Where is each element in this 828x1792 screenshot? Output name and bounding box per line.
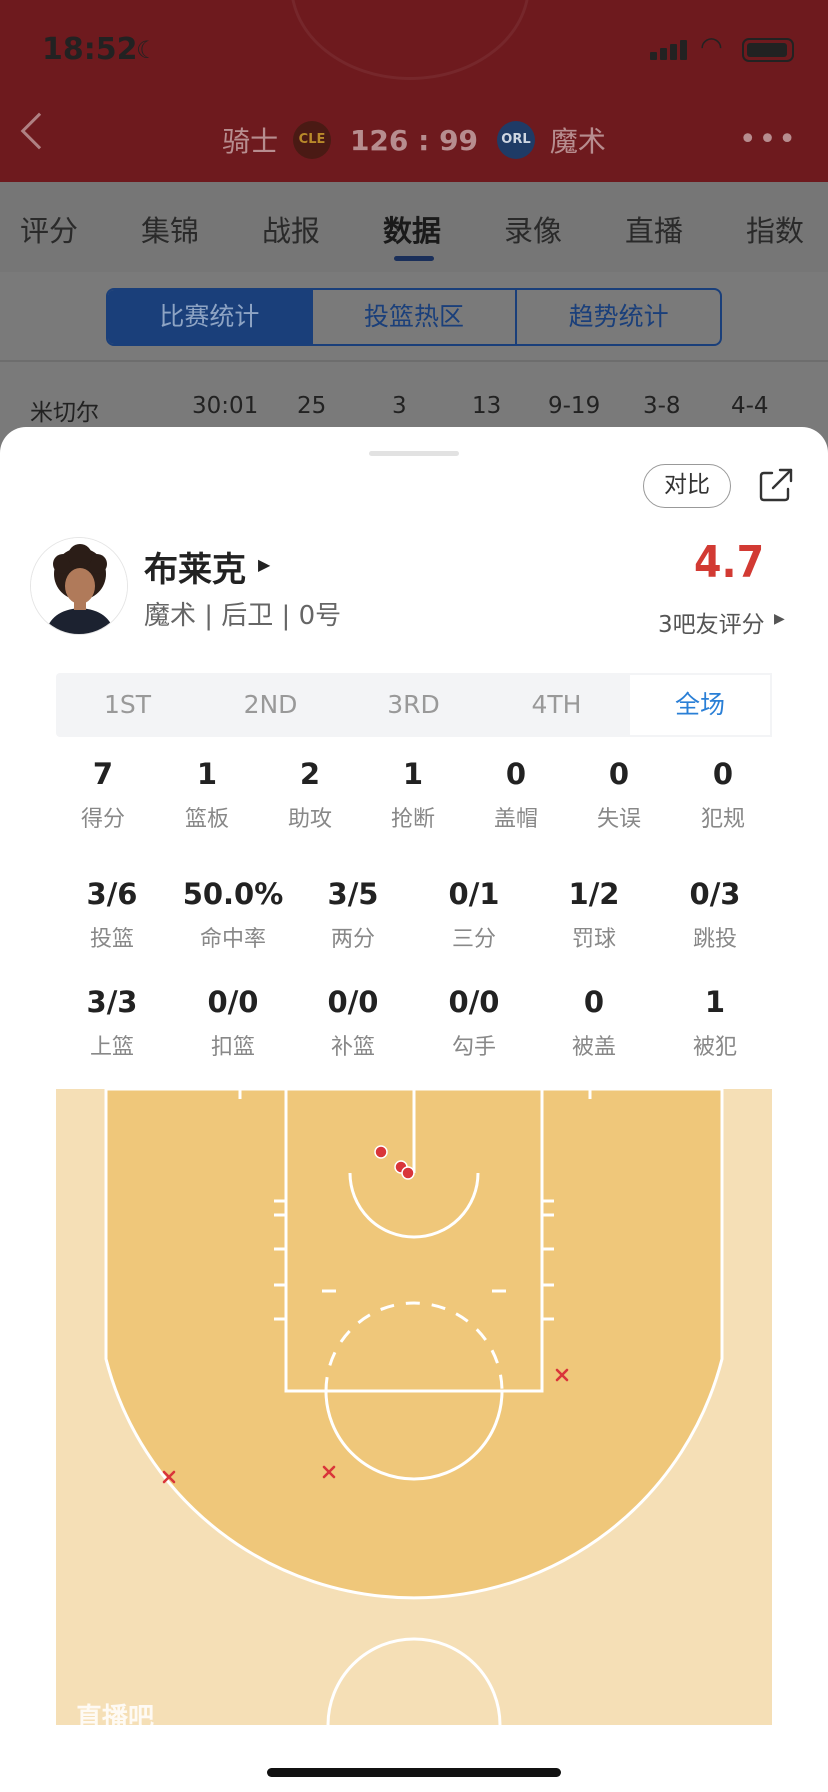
segment-shot-zones[interactable]: 投篮热区 (313, 290, 518, 344)
signal-icon (650, 38, 690, 60)
home-team-logo: CLE (293, 121, 332, 159)
row-cell: 3-8 (643, 393, 681, 419)
stat-hooks: 0/0 勾手 (448, 985, 500, 1060)
tab-data[interactable]: 数据 (383, 208, 441, 250)
match-score: 126 : 99 (349, 123, 479, 157)
stat-fouls: 0 犯规 (700, 757, 745, 832)
score-line: 骑士 CLE 126 : 99 ORL 魔术 (0, 120, 828, 160)
half-court (56, 1089, 772, 1725)
battery-icon (742, 38, 794, 62)
wifi-icon: ◠ (700, 32, 723, 62)
away-team-logo: ORL (496, 121, 535, 159)
period-tab-1st[interactable]: 1ST (56, 673, 199, 737)
made-shot-marker (374, 1145, 388, 1159)
stat-free-throws: 1/2 罚球 (568, 877, 620, 952)
away-team-name: 魔术 (549, 125, 606, 158)
tab-report[interactable]: 战报 (262, 208, 320, 250)
row-cell: 25 (297, 393, 327, 419)
tab-underline (394, 256, 434, 261)
stat-assists: 2 助攻 (287, 757, 332, 832)
watermark-text: 直播吧 (76, 1703, 155, 1725)
rating-count-link[interactable]: 3吧友评分 (658, 605, 765, 639)
nav-tabs: 评分 集锦 战报 数据 录像 直播 指数 (0, 182, 828, 272)
segment-trend-stats[interactable]: 趋势统计 (517, 290, 720, 344)
stat-two-pt: 3/5 两分 (327, 877, 379, 952)
background-stat-row[interactable]: 米切尔 30:01 25 3 13 9-19 3-8 4-4 (0, 385, 828, 429)
stat-rebounds: 1 篮板 (184, 757, 229, 832)
period-tab-full-game[interactable]: 全场 (628, 673, 772, 737)
player-meta: 魔术 | 后卫 | 0号 (144, 601, 342, 631)
share-icon[interactable] (758, 467, 794, 503)
shot-chart: 直播吧 (56, 1089, 772, 1725)
stat-steals: 1 抢断 (390, 757, 435, 832)
moon-icon: ☾ (136, 36, 158, 64)
home-indicator[interactable] (267, 1768, 561, 1777)
stat-turnovers: 0 失误 (596, 757, 641, 832)
player-avatar[interactable] (30, 537, 128, 635)
stat-dunks: 0/0 扣篮 (207, 985, 259, 1060)
row-cell: 3 (392, 393, 407, 419)
stat-tip-ins: 0/0 补篮 (327, 985, 379, 1060)
tab-rating[interactable]: 评分 (20, 208, 78, 250)
period-tab-4th[interactable]: 4TH (485, 673, 628, 737)
play-arrow-icon[interactable]: ▶ (258, 555, 270, 574)
period-tabs: 1ST 2ND 3RD 4TH 全场 (56, 673, 772, 737)
row-cell: 4-4 (731, 393, 769, 419)
stat-blocked: 0 被盖 (571, 985, 616, 1060)
period-tab-3rd[interactable]: 3RD (342, 673, 485, 737)
stat-blocks: 0 盖帽 (493, 757, 538, 832)
tab-odds[interactable]: 指数 (746, 208, 804, 250)
stat-fg-pct: 50.0% 命中率 (182, 877, 284, 952)
player-rating: 4.7 (694, 537, 765, 588)
made-shot-marker (401, 1166, 415, 1180)
stat-fouled: 1 被犯 (692, 985, 737, 1060)
play-arrow-icon[interactable]: ▶ (774, 611, 785, 627)
row-player-name: 米切尔 (30, 400, 99, 426)
stats-segment-control: 比赛统计 投篮热区 趋势统计 (106, 288, 722, 346)
sheet-drag-handle[interactable] (369, 451, 459, 456)
stat-three-pt: 0/1 三分 (448, 877, 500, 952)
compare-button[interactable]: 对比 (643, 464, 731, 508)
match-header: 18:52 ☾ ◠ 骑士 CLE 126 : 99 ORL 魔术 ••• (0, 0, 828, 182)
player-name[interactable]: 布莱克 (144, 542, 246, 591)
row-cell: 13 (472, 393, 502, 419)
stat-fg: 3/6 投篮 (86, 877, 138, 952)
row-cell: 30:01 (192, 393, 259, 419)
player-stats-sheet: 对比 布莱克 ▶ 魔术 | 后卫 | 0号 4.7 3吧友评分 ▶ 1ST 2N… (0, 427, 828, 1792)
status-time: 18:52 (42, 32, 138, 67)
tab-video[interactable]: 录像 (504, 208, 562, 250)
more-icon[interactable]: ••• (739, 122, 798, 157)
segment-game-stats[interactable]: 比赛统计 (108, 290, 313, 344)
period-tab-2nd[interactable]: 2ND (199, 673, 342, 737)
stat-layups: 3/3 上篮 (86, 985, 138, 1060)
status-bar: 18:52 ☾ ◠ (0, 28, 828, 72)
divider (0, 360, 828, 362)
home-team-name: 骑士 (222, 125, 279, 158)
stat-points: 7 得分 (80, 757, 125, 832)
stat-jumpers: 0/3 跳投 (689, 877, 741, 952)
row-cell: 9-19 (548, 393, 601, 419)
tab-highlights[interactable]: 集锦 (141, 208, 199, 250)
tab-live[interactable]: 直播 (625, 208, 683, 250)
